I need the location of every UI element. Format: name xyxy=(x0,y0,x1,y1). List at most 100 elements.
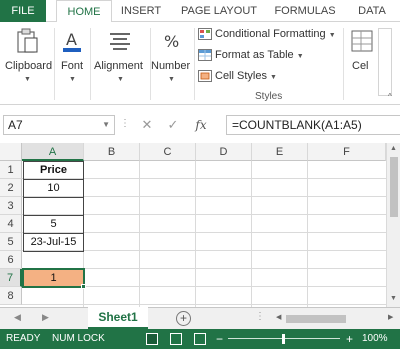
zoom-out-icon[interactable]: − xyxy=(216,329,223,349)
percent-icon: % xyxy=(164,32,179,51)
svg-text:%: % xyxy=(164,32,179,51)
sheet-tab-bar: ◀ ▶ Sheet1 + ⋮ ◀ ▶ xyxy=(0,307,400,329)
column-header-d[interactable]: D xyxy=(196,143,252,161)
row-header-7[interactable]: 7 xyxy=(0,269,22,287)
select-all-corner[interactable] xyxy=(0,143,22,161)
page-break-view-icon[interactable] xyxy=(194,333,206,345)
format-as-table-label: Format as Table xyxy=(215,49,294,61)
divider xyxy=(54,28,55,100)
sheet-tab-sheet1[interactable]: Sheet1 xyxy=(88,307,148,329)
cell-a1[interactable]: Price xyxy=(23,161,84,180)
cell-styles-button[interactable]: Cell Styles ▼ xyxy=(198,66,277,86)
conditional-formatting-label: Conditional Formatting xyxy=(215,28,326,40)
scroll-right-icon[interactable]: ▶ xyxy=(388,313,393,321)
cell-a2[interactable]: 10 xyxy=(23,179,84,198)
page-layout-view-icon[interactable] xyxy=(170,333,182,345)
alignment-group[interactable]: Alignment ▼ xyxy=(92,22,148,105)
divider xyxy=(90,28,91,100)
column-header-a[interactable]: A xyxy=(22,143,84,161)
cell-a5[interactable]: 23-Jul-15 xyxy=(23,233,84,252)
worksheet-grid[interactable]: A B C D E F 1 2 3 4 5 6 7 8 Price 10 5 2… xyxy=(0,143,400,307)
tab-split-grip[interactable]: ⋮ xyxy=(255,311,265,322)
insert-function-icon[interactable]: fx xyxy=(192,116,210,134)
row-header-6[interactable]: 6 xyxy=(0,251,22,269)
zoom-in-icon[interactable]: + xyxy=(346,329,353,349)
add-sheet-button[interactable]: + xyxy=(176,311,191,326)
chevron-down-icon: ▼ xyxy=(168,76,175,83)
tab-home[interactable]: HOME xyxy=(56,0,112,23)
status-num-lock: NUM LOCK xyxy=(52,333,105,344)
cell-a4[interactable]: 5 xyxy=(23,215,84,234)
chevron-down-icon: ▼ xyxy=(328,32,336,39)
divider xyxy=(343,28,344,100)
prev-sheet-icon[interactable]: ◀ xyxy=(14,312,21,323)
column-header-c[interactable]: C xyxy=(140,143,196,161)
normal-view-icon[interactable] xyxy=(146,333,158,345)
tab-insert[interactable]: INSERT xyxy=(116,0,166,22)
tab-data[interactable]: DATA xyxy=(352,0,392,22)
gridline xyxy=(251,161,252,307)
align-icon xyxy=(110,33,130,50)
ribbon-scroll[interactable] xyxy=(378,28,392,96)
zoom-slider-thumb[interactable] xyxy=(282,334,285,344)
formula-bar-grip[interactable]: ⋮ xyxy=(120,118,131,129)
chevron-down-icon: ▼ xyxy=(24,76,31,83)
vertical-scrollbar[interactable]: ▲ ▼ xyxy=(386,143,400,307)
zoom-level[interactable]: 100% xyxy=(362,329,388,349)
conditional-formatting-icon xyxy=(198,28,212,41)
tab-page-layout[interactable]: PAGE LAYOUT xyxy=(176,0,262,22)
cell-a3[interactable] xyxy=(23,197,84,216)
row-header-5[interactable]: 5 xyxy=(0,233,22,251)
gridline xyxy=(195,161,196,307)
row-header-1[interactable]: 1 xyxy=(0,161,22,179)
conditional-formatting-button[interactable]: Conditional Formatting ▼ xyxy=(198,24,336,44)
horizontal-scrollbar[interactable]: ◀ ▶ xyxy=(276,313,400,325)
enter-icon[interactable]: ✓ xyxy=(164,116,182,134)
next-sheet-icon[interactable]: ▶ xyxy=(42,312,49,323)
alignment-label: Alignment xyxy=(94,60,143,72)
font-label: Font xyxy=(61,60,84,72)
chevron-down-icon: ▼ xyxy=(117,76,124,83)
clipboard-label: Clipboard xyxy=(5,60,53,72)
cancel-icon[interactable]: ✕ xyxy=(138,116,156,134)
scroll-thumb[interactable] xyxy=(390,157,398,217)
cell-styles-label: Cell Styles xyxy=(215,70,267,82)
column-header-f[interactable]: F xyxy=(308,143,386,161)
number-label: Number xyxy=(151,60,191,72)
font-icon: A xyxy=(63,30,81,52)
scroll-down-icon[interactable]: ▼ xyxy=(390,295,397,302)
tab-formulas[interactable]: FORMULAS xyxy=(270,0,340,22)
gridline xyxy=(307,161,308,307)
divider xyxy=(194,28,195,100)
row-header-4[interactable]: 4 xyxy=(0,215,22,233)
cells-icon xyxy=(351,30,373,52)
font-group[interactable]: A Font ▼ xyxy=(56,22,88,105)
row-header-3[interactable]: 3 xyxy=(0,197,22,215)
fill-handle[interactable] xyxy=(81,284,86,289)
name-box-value: A7 xyxy=(8,118,23,132)
status-ready: READY xyxy=(6,333,41,344)
cells-group[interactable]: Cel xyxy=(346,22,378,105)
scroll-thumb[interactable] xyxy=(286,315,346,323)
column-header-e[interactable]: E xyxy=(252,143,308,161)
cell-styles-icon xyxy=(198,70,212,83)
formula-bar: A7 ▼ ⋮ ✕ ✓ fx =COUNTBLANK(A1:A5) xyxy=(0,112,400,138)
scroll-up-icon[interactable]: ▲ xyxy=(390,145,397,152)
status-bar: READY NUM LOCK − + 100% xyxy=(0,329,400,349)
clipboard-group[interactable]: Clipboard ▼ xyxy=(0,22,54,105)
tab-file[interactable]: FILE xyxy=(0,0,46,22)
gridline xyxy=(139,161,140,307)
cell-a7-active[interactable]: 1 xyxy=(22,268,85,288)
styles-group-title: Styles xyxy=(255,91,283,102)
collapse-ribbon-icon[interactable]: ^ xyxy=(388,92,392,101)
chevron-down-icon[interactable]: ▼ xyxy=(102,116,110,134)
row-header-8[interactable]: 8 xyxy=(0,287,22,305)
number-group[interactable]: % Number ▼ xyxy=(151,22,192,105)
scroll-left-icon[interactable]: ◀ xyxy=(276,313,281,321)
row-header-2[interactable]: 2 xyxy=(0,179,22,197)
gridline xyxy=(22,304,386,305)
name-box[interactable]: A7 ▼ xyxy=(3,115,115,135)
column-header-b[interactable]: B xyxy=(84,143,140,161)
formula-input[interactable]: =COUNTBLANK(A1:A5) xyxy=(226,115,400,135)
format-as-table-button[interactable]: Format as Table ▼ xyxy=(198,45,304,65)
